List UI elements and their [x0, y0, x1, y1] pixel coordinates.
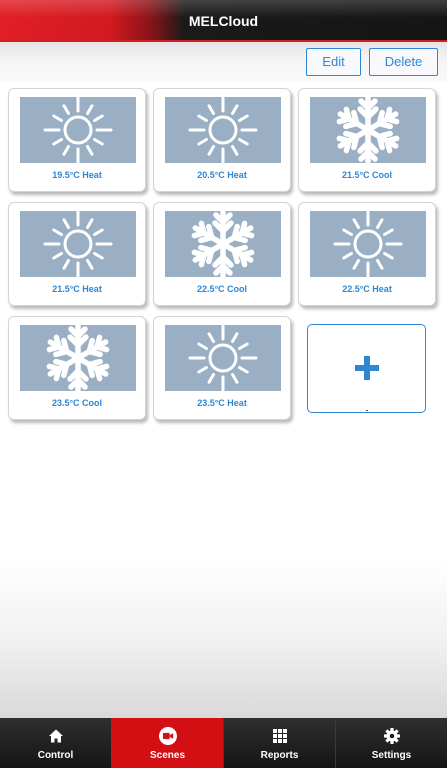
scene-label: 20.5°C Heat: [197, 170, 247, 180]
app-title: MELCloud: [188, 13, 259, 29]
tab-label: Control: [37, 750, 74, 761]
scene-label: 22.5°C Cool: [196, 284, 248, 294]
add-scene-marker: [366, 410, 368, 411]
grid-icon: [272, 729, 287, 743]
snowflake-icon: [20, 325, 136, 391]
scene-card[interactable]: 23.5°C Heat: [153, 316, 291, 420]
scene-label: 19.5°C Heat: [52, 170, 102, 180]
scene-card[interactable]: 22.5°C Heat: [298, 202, 436, 306]
app-header: MELCloud: [0, 0, 447, 42]
tab-reports[interactable]: Reports: [223, 718, 335, 768]
sun-icon: [165, 325, 281, 391]
sun-icon: [310, 211, 426, 277]
delete-button[interactable]: Delete: [369, 48, 438, 76]
scene-card[interactable]: 21.5°C Heat: [8, 202, 146, 306]
scene-label: 23.5°C Heat: [197, 398, 247, 408]
add-scene-button[interactable]: [307, 324, 426, 413]
video-icon: [158, 727, 177, 745]
home-icon: [48, 729, 63, 743]
bottom-tab-bar: Control Scenes Reports Settings: [0, 718, 447, 768]
edit-button[interactable]: Edit: [306, 48, 361, 76]
scene-card[interactable]: 22.5°C Cool: [153, 202, 291, 306]
tab-settings[interactable]: Settings: [335, 718, 447, 768]
snowflake-icon: [310, 97, 426, 163]
sun-icon: [20, 211, 136, 277]
scene-card[interactable]: 19.5°C Heat: [8, 88, 146, 192]
tab-label: Settings: [371, 750, 412, 761]
tab-label: Reports: [260, 750, 299, 761]
sun-icon: [20, 97, 136, 163]
scene-label: 23.5°C Cool: [51, 398, 103, 408]
scene-label: 21.5°C Cool: [341, 170, 393, 180]
scene-card[interactable]: 23.5°C Cool: [8, 316, 146, 420]
snowflake-icon: [165, 211, 281, 277]
gear-icon: [383, 728, 400, 744]
tab-label: Scenes: [149, 750, 186, 761]
scene-card[interactable]: 21.5°C Cool: [298, 88, 436, 192]
sun-icon: [165, 97, 281, 163]
tab-control[interactable]: Control: [0, 718, 111, 768]
scene-label: 22.5°C Heat: [342, 284, 392, 294]
tab-scenes[interactable]: Scenes: [111, 718, 223, 768]
scene-label: 21.5°C Heat: [52, 284, 102, 294]
scene-card[interactable]: 20.5°C Heat: [153, 88, 291, 192]
